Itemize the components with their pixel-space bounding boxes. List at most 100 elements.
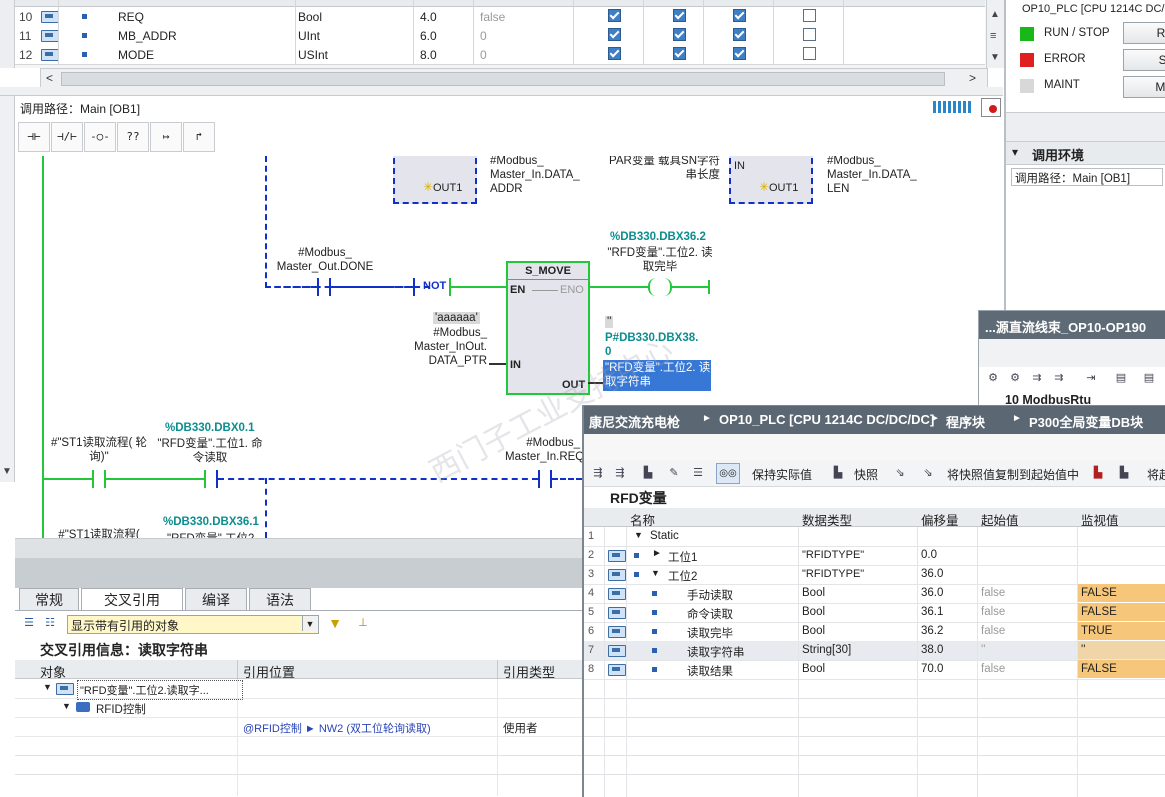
setpoint-checkbox[interactable] bbox=[803, 9, 816, 22]
breadcrumb-project[interactable]: 康尼交流充电枪 bbox=[589, 412, 680, 431]
breadcrumb-plc[interactable]: OP10_PLC [CPU 1214C DC/DC/DC] bbox=[719, 412, 934, 427]
tab-general[interactable]: 常规 bbox=[19, 588, 79, 611]
hmi-writable-checkbox[interactable] bbox=[733, 28, 746, 41]
hmi-visible-checkbox[interactable] bbox=[673, 28, 686, 41]
scroll-up-icon[interactable]: ▲ bbox=[990, 9, 1000, 20]
set-start-icon[interactable]: ▙ bbox=[1116, 466, 1132, 480]
contact1[interactable] bbox=[92, 470, 106, 488]
no-contact-button[interactable]: ⊣⊢ bbox=[18, 122, 50, 152]
chevron-down-icon[interactable]: ▼ bbox=[634, 530, 643, 540]
upload-icon[interactable]: ⇉ bbox=[1051, 371, 1067, 385]
mres-button[interactable]: MR bbox=[1123, 76, 1165, 98]
empty-box-button[interactable]: ?? bbox=[117, 122, 149, 152]
copy-start-icon[interactable]: ⇘ bbox=[920, 466, 936, 480]
tab-cross-reference[interactable]: 交叉引用 bbox=[81, 588, 183, 611]
scroll-right-icon[interactable]: > bbox=[969, 71, 976, 85]
reset-start-icon[interactable]: ▙ bbox=[640, 466, 656, 480]
contact1-var[interactable]: #"ST1读取流程( 轮询)" bbox=[49, 436, 149, 464]
table-row[interactable]: 12 MODE USInt 8.0 0 bbox=[15, 45, 985, 65]
horizontal-scrollbar[interactable]: < > bbox=[40, 68, 988, 89]
add-row-icon[interactable]: ⇶ bbox=[612, 466, 628, 480]
contact2[interactable] bbox=[204, 470, 218, 488]
open-branch-button[interactable]: ↦ bbox=[150, 122, 182, 152]
top-table-scrollbar[interactable]: ▲ ≡ ▼ bbox=[986, 0, 1004, 68]
chevron-down-icon[interactable]: ▼ bbox=[651, 568, 660, 578]
chevron-down-icon[interactable]: ▼ bbox=[62, 701, 71, 711]
output-coil[interactable] bbox=[648, 278, 672, 296]
hmi-writable-checkbox[interactable] bbox=[733, 47, 746, 60]
copy-snapshot-icon[interactable]: ⇘ bbox=[892, 466, 908, 480]
scroll-down-icon[interactable]: ▼ bbox=[990, 52, 1000, 63]
insert-row-icon[interactable]: ⇶ bbox=[590, 466, 606, 480]
contact5-var[interactable]: "RFD变量".工位2. bbox=[167, 530, 258, 538]
coil-var[interactable]: "RFD变量".工位2. 读取完毕 bbox=[605, 246, 715, 274]
splitter[interactable] bbox=[0, 87, 1003, 96]
list-item[interactable]: ▼ "RFD变量".工位2.读取字... bbox=[15, 679, 585, 700]
hmi-accessible-checkbox[interactable] bbox=[608, 28, 621, 41]
breadcrumb-db[interactable]: P300全局变量DB块 bbox=[1029, 412, 1143, 431]
load-start-icon[interactable]: ▙ bbox=[1090, 466, 1106, 480]
collapse-all-icon[interactable]: ☷ bbox=[42, 616, 58, 630]
top-block-1-var[interactable]: #Modbus_ Master_In.DATA_ ADDR bbox=[490, 156, 600, 196]
disconnect-icon[interactable]: ⚙ bbox=[1007, 371, 1023, 385]
panel-splitter[interactable] bbox=[15, 538, 585, 559]
copy-to-start-button[interactable]: 将快照值复制到起始值中 bbox=[947, 466, 1079, 483]
chevron-down-icon[interactable]: ▾ bbox=[1012, 145, 1018, 159]
hmi-visible-checkbox[interactable] bbox=[673, 47, 686, 60]
chevron-down-icon[interactable]: ▼ bbox=[302, 616, 317, 631]
keep-actual-button[interactable]: 保持实际值 bbox=[752, 466, 812, 483]
tab-syntax[interactable]: 语法 bbox=[249, 588, 311, 611]
ref-location-link[interactable]: @RFID控制 ► NW2 (双工位轮询读取) bbox=[243, 720, 431, 736]
download-icon[interactable]: ⇉ bbox=[1029, 371, 1045, 385]
chevron-down-icon[interactable]: ▼ bbox=[2, 466, 12, 477]
scroll-left-icon[interactable]: < bbox=[46, 71, 53, 85]
nc-contact-button[interactable]: ⊣/⊢ bbox=[51, 122, 83, 152]
run-button[interactable]: RU bbox=[1123, 22, 1165, 44]
project-tree-titlebar[interactable]: ...源直流线束_OP10-OP190 bbox=[979, 311, 1165, 339]
in-var[interactable]: #Modbus_ Master_InOut. DATA_PTR bbox=[405, 326, 487, 368]
more-icon[interactable]: ▤ bbox=[1141, 371, 1157, 385]
list-item[interactable]: @RFID控制 ► NW2 (双工位轮询读取) 使用者 bbox=[15, 717, 585, 737]
breadcrumb-blocks[interactable]: 程序块 bbox=[946, 412, 985, 431]
list-item[interactable]: ▼ RFID控制 bbox=[15, 698, 585, 718]
snapshot-icon[interactable]: ▙ bbox=[830, 466, 846, 480]
stop-button[interactable]: ST bbox=[1123, 49, 1165, 71]
setpoint-checkbox[interactable] bbox=[803, 28, 816, 41]
snapshot-button[interactable]: 快照 bbox=[854, 466, 878, 483]
done-contact[interactable] bbox=[317, 278, 331, 296]
done-var[interactable]: #Modbus_ Master_Out.DONE bbox=[270, 246, 380, 274]
table-row[interactable]: 11 MB_ADDR UInt 6.0 0 bbox=[15, 26, 985, 46]
hmi-visible-checkbox[interactable] bbox=[673, 9, 686, 22]
top-block-2[interactable]: IN OUT1 ✳ bbox=[729, 156, 813, 204]
monitor-all-icon[interactable]: ◎◎ bbox=[716, 463, 740, 484]
filter-icon[interactable]: ▼ bbox=[327, 616, 343, 630]
close-branch-button[interactable]: ↱ bbox=[183, 122, 215, 152]
monitor-toggle-icon[interactable] bbox=[981, 98, 1001, 117]
table-row[interactable]: 10 REQ Bool 4.0 false bbox=[15, 7, 985, 27]
pin-icon[interactable]: ⊥ bbox=[355, 616, 371, 630]
top-block-1[interactable]: OUT1 ✳ bbox=[393, 156, 477, 204]
tab-compile[interactable]: 编译 bbox=[185, 588, 247, 611]
scroll-thumb-icon[interactable]: ≡ bbox=[990, 30, 996, 42]
expand-icon[interactable]: ☰ bbox=[690, 466, 706, 480]
monitor-icon[interactable]: ▤ bbox=[1113, 371, 1129, 385]
compile-icon[interactable]: ⇥ bbox=[1083, 371, 1099, 385]
env-header[interactable]: ▾ 调用环境 bbox=[1006, 142, 1165, 165]
hmi-writable-checkbox[interactable] bbox=[733, 9, 746, 22]
contact2-var[interactable]: "RFD变量".工位1. 命令读取 bbox=[155, 437, 265, 465]
chevron-right-icon[interactable]: ► bbox=[652, 548, 662, 559]
more-button[interactable]: 将起 bbox=[1147, 466, 1165, 483]
hmi-accessible-checkbox[interactable] bbox=[608, 47, 621, 60]
expand-all-icon[interactable]: ☰ bbox=[21, 616, 37, 630]
top-block-2-var[interactable]: #Modbus_ Master_In.DATA_ LEN bbox=[827, 156, 937, 196]
filter-dropdown[interactable]: 显示带有引用的对象 ▼ bbox=[67, 615, 319, 634]
coil-button[interactable]: -○- bbox=[84, 122, 116, 152]
scroll-thumb[interactable] bbox=[61, 72, 945, 86]
chevron-down-icon[interactable]: ▼ bbox=[43, 682, 52, 692]
setpoint-checkbox[interactable] bbox=[803, 47, 816, 60]
not-label[interactable]: NOT bbox=[423, 280, 446, 292]
contact4-var[interactable]: #"ST1读取流程( bbox=[49, 528, 149, 538]
load-snapshot-icon[interactable]: ✎ bbox=[666, 466, 682, 480]
hmi-accessible-checkbox[interactable] bbox=[608, 9, 621, 22]
connect-icon[interactable]: ⚙ bbox=[985, 371, 1001, 385]
